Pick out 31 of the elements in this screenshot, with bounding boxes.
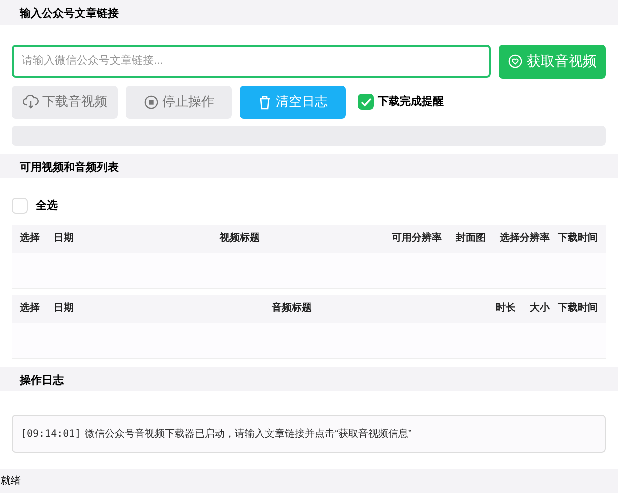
- checkbox[interactable]: [358, 94, 374, 110]
- column-header: 选择分辨率: [499, 231, 550, 246]
- checkbox-label: 全选: [36, 198, 58, 214]
- status-text: 就绪: [0, 474, 22, 489]
- column-header: 下载时间: [557, 302, 598, 316]
- column-header: 视频标题: [218, 232, 261, 246]
- column-header: 可用分辨率: [391, 231, 442, 246]
- section-title: 可用视频和音频列表: [19, 160, 120, 176]
- fetch-media-button[interactable]: 获取音视频: [499, 44, 606, 78]
- check-icon: [360, 98, 372, 106]
- column-header: 下载时间: [557, 232, 598, 246]
- column-header: 封面图: [455, 232, 486, 246]
- heart-circle-icon: [508, 54, 523, 69]
- stop-icon: [144, 94, 158, 110]
- cloud-download-icon: [22, 95, 38, 109]
- column-header: 时长: [495, 302, 516, 316]
- column-header: 大小: [529, 302, 550, 316]
- column-header: 选择: [20, 302, 41, 316]
- column-header: 日期: [54, 302, 75, 316]
- column-header: 音频标题: [271, 301, 313, 316]
- section-title: 输入公众号文章链接: [18, 6, 120, 22]
- url-input-field[interactable]: 请输入微信公众号文章链接...: [12, 44, 491, 78]
- checkbox-label: 下载完成提醒: [378, 94, 444, 110]
- checkbox[interactable]: [12, 198, 28, 214]
- log-message: 微信公众号音视频下载器已启动，请输入文章链接并点击“获取音视频信息”: [85, 428, 412, 442]
- trash-icon: [258, 94, 272, 110]
- action-button[interactable]: 清空日志: [240, 86, 346, 118]
- section-title: 操作日志: [18, 374, 66, 388]
- column-header: 日期: [54, 232, 75, 246]
- log-timestamp: [09:14:01]: [21, 428, 82, 442]
- column-header: 选择: [20, 232, 41, 246]
